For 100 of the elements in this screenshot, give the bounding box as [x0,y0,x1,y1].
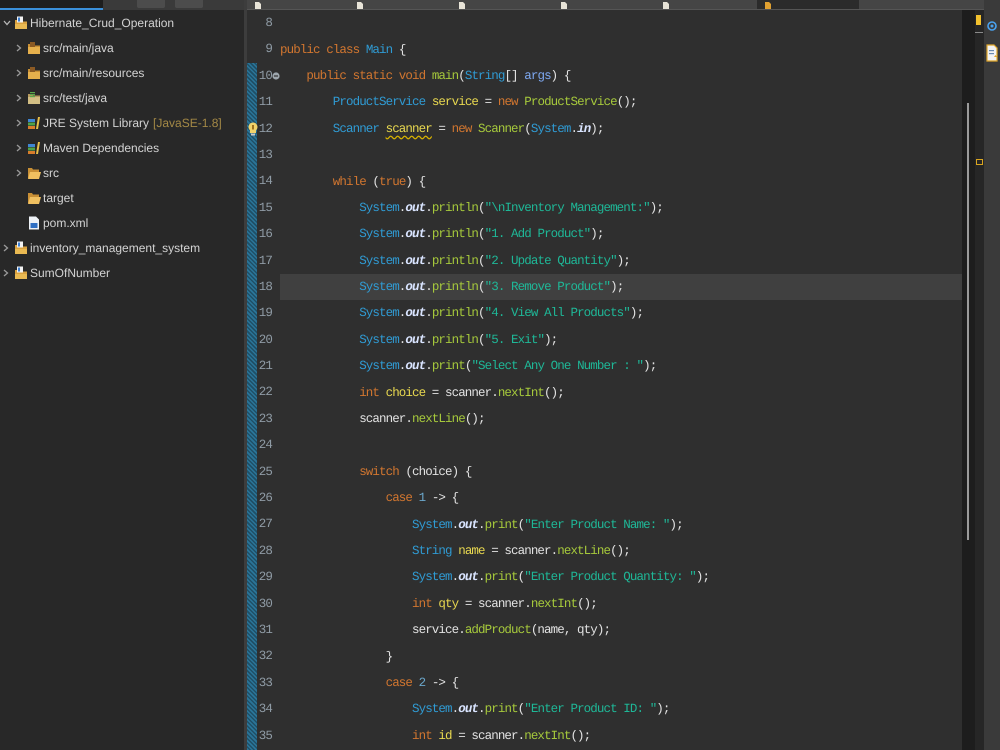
code-line: int qty = scanner.nextInt(); [412,596,597,613]
tree-item[interactable]: src/main/java [43,40,114,54]
code-line: System.out.println("4. View All Products"); [359,305,644,322]
code-line: case 2 -> { [386,674,458,692]
line-number: 22 [258,384,272,402]
tree-item[interactable]: Hibernate_Crud_Operation [30,16,174,30]
file-icon [765,2,771,9]
line-number: 20 [258,332,272,349]
code-line: ProductService service = new ProductService(); [332,94,636,112]
code-line: System.out.println("2. Update Quantity"); [359,252,630,270]
code-line: int id = scanner.nextInt(); [412,728,590,745]
project-folder-icon [14,16,28,30]
chevron-right-icon[interactable] [3,244,9,252]
code-line: String name = scanner.nextLine(); [412,543,630,560]
code-line: public static void main(String[] args) { [306,68,570,85]
code-line: System.out.println("\nInventory Management:"); [359,200,663,217]
tree-item[interactable]: JRE System Library [43,116,150,130]
view-tab[interactable] [0,0,103,10]
document-icon[interactable] [986,44,998,62]
lightbulb-icon[interactable] [248,122,258,136]
chevron-right-icon[interactable] [16,68,22,76]
folder-icon [27,166,41,180]
line-number: 16 [258,226,272,244]
line-number: 10 [258,68,272,85]
editor-tab[interactable] [757,0,859,9]
line-number: 21 [258,358,272,376]
line-number: 33 [258,674,272,692]
ring-icon[interactable] [987,20,997,32]
tree-item[interactable]: SumOfNumber [30,266,110,280]
scrollbar[interactable] [962,10,975,750]
chevron-right-icon[interactable] [3,268,9,276]
file-icon [255,2,261,9]
line-number: 12 [258,120,272,138]
code-line: System.out.println("5. Exit"); [359,332,558,349]
project-folder-icon [14,240,28,254]
line-number: 28 [258,542,272,560]
package-folder-icon [27,66,41,80]
line-number: 9 [264,41,272,58]
document-icon [27,216,41,230]
chevron-right-icon[interactable] [16,168,22,176]
tree-item[interactable]: src [43,166,59,180]
file-icon [357,2,363,9]
chevron-down-icon[interactable] [3,20,11,26]
tree-item[interactable]: src/test/java [43,90,108,104]
tree-item[interactable]: Maven Dependencies [43,140,160,154]
line-number: 29 [258,569,272,586]
project-folder-icon [14,266,28,280]
chevron-right-icon[interactable] [16,118,22,126]
tree-item[interactable]: target [43,190,74,204]
file-icon [459,2,465,9]
tree-item[interactable]: inventory_management_system [30,240,200,254]
line-number: 31 [258,622,272,639]
line-number: 32 [258,648,272,666]
code-line: System.out.print("Enter Product Quantity: "); [412,569,710,586]
line-number: 14 [258,173,272,190]
line-number: 26 [258,490,272,508]
file-icon [561,2,567,9]
code-line: Scanner scanner = new Scanner(System.in); [332,120,604,138]
code-line: System.out.print("Select Any One Number : "); [359,358,656,376]
code-line: case 1 -> { [386,490,458,508]
code-line: } [386,648,392,666]
code-line: switch (choice) { [359,464,472,481]
line-number: 25 [258,464,272,481]
line-number: 15 [258,200,272,217]
striped-folder-icon [27,90,41,104]
code-line: System.out.print("Enter Product Name: "); [412,516,683,534]
code-line: System.out.println("3. Remove Product"); [359,279,624,296]
line-number: 19 [258,305,272,322]
code-line: public class Main { [280,42,406,59]
books-icon [27,140,41,154]
line-number: 30 [258,596,272,613]
line-number: 13 [258,146,272,164]
line-number: 23 [258,410,272,428]
books-icon [27,116,41,130]
line-number: 34 [258,701,272,718]
marker-icon[interactable] [976,15,981,25]
chevron-right-icon[interactable] [16,44,22,52]
tree-item-decoration: [JavaSE-1.8] [153,116,222,130]
line-number: 17 [258,252,272,270]
folder-icon [27,190,41,204]
line-number: 11 [258,94,272,112]
code-line: System.out.println("1. Add Product"); [359,226,604,244]
chevron-right-icon[interactable] [16,94,22,102]
tree-item[interactable]: pom.xml [43,216,88,230]
package-folder-icon [27,40,41,54]
line-number: 24 [258,437,272,454]
code-line: int choice = scanner.nextInt(); [359,384,564,402]
chevron-right-icon[interactable] [16,144,22,152]
line-number: 18 [258,278,272,296]
code-line: System.out.print("Enter Product ID: "); [412,701,670,718]
collapse-icon[interactable] [272,72,280,80]
code-line: service.addProduct(name, qty); [412,622,610,640]
line-number: 8 [264,15,272,32]
scrollbar-thumb[interactable] [967,103,969,540]
line-number: 27 [258,516,272,534]
file-icon [663,2,669,9]
line-number: 35 [258,728,272,745]
marker-icon[interactable] [976,159,983,165]
tree-item[interactable]: src/main/resources [43,66,144,80]
code-line: while (true) { [332,174,426,191]
